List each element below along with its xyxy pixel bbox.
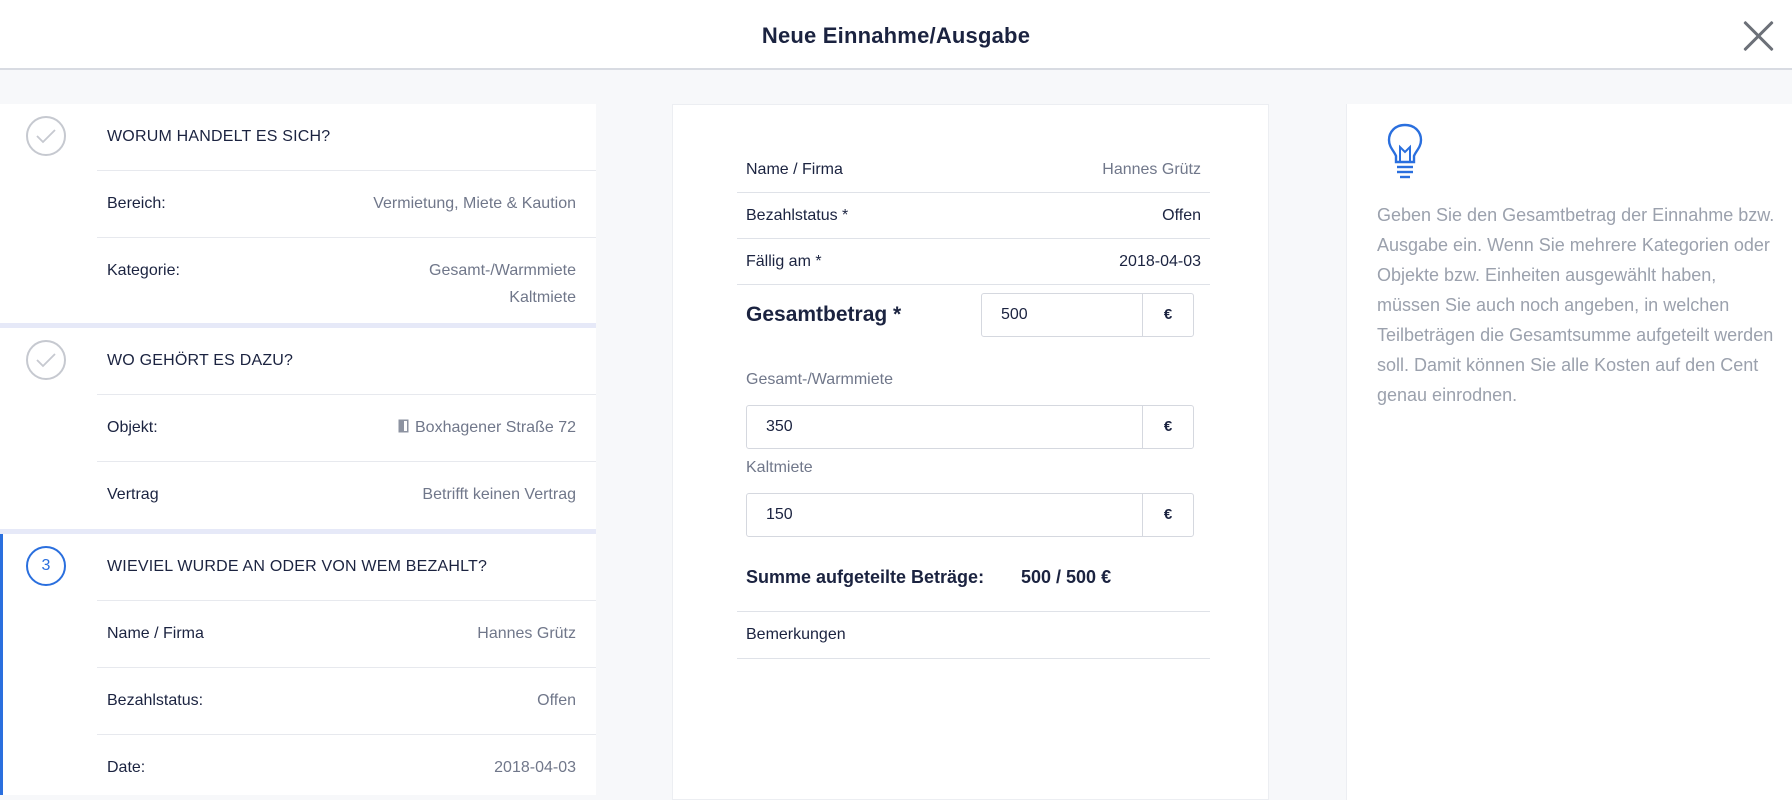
payment-form-panel: Name / Firma Hannes Grütz Bezahlstatus *…: [672, 104, 1269, 800]
form-row-status[interactable]: Bezahlstatus * Offen: [737, 193, 1210, 239]
step-3-number: 3: [26, 546, 66, 586]
split-label-warmmiete: Gesamt-/Warmmiete: [746, 371, 893, 388]
summary-label: Name / Firma: [107, 625, 204, 642]
step-2-check-icon: [26, 340, 66, 380]
modal-header: Neue Einnahme/Ausgabe: [0, 0, 1792, 70]
modal-title: Neue Einnahme/Ausgabe: [761, 23, 1031, 48]
summary-label: Date:: [107, 759, 146, 776]
form-row-due-date[interactable]: Fällig am * 2018-04-03: [737, 239, 1210, 285]
step-2-section[interactable]: WO GEHÖRT ES DAZU? Objekt: Boxhagener St…: [0, 328, 596, 534]
hint-panel: Geben Sie den Gesamtbetrag der Einnahme …: [1346, 104, 1792, 800]
summary-row-kategorie: Kategorie: Gesamt-/Warmmiete Kaltmiete: [97, 237, 596, 328]
euro-unit: €: [1142, 294, 1193, 336]
summary-row-name: Name / Firma Hannes Grütz: [97, 600, 596, 667]
summary-value: Hannes Grütz: [477, 625, 576, 642]
summary-value: Gesamt-/Warmmiete Kaltmiete: [429, 257, 576, 311]
summary-label: Bezahlstatus:: [107, 692, 204, 709]
split-sum-label: Summe aufgeteilte Beträge:: [746, 567, 985, 587]
total-amount-input[interactable]: [982, 294, 1142, 336]
remarks-label: Bemerkungen: [746, 626, 846, 643]
summary-row-bezahlstatus: Bezahlstatus: Offen: [97, 667, 596, 734]
close-icon[interactable]: [1740, 18, 1776, 54]
euro-unit: €: [1142, 494, 1193, 536]
lightbulb-icon: [1387, 123, 1423, 179]
split-field-warmmiete[interactable]: €: [746, 405, 1194, 449]
total-amount-field[interactable]: €: [981, 293, 1194, 337]
summary-label: Bereich:: [107, 195, 166, 212]
building-icon: [398, 419, 409, 433]
split-input-warmmiete[interactable]: [747, 406, 1142, 448]
step-1-title: WORUM HANDELT ES SICH?: [107, 128, 331, 145]
status-value[interactable]: Offen: [1162, 207, 1201, 225]
summary-label: Kategorie:: [107, 262, 180, 279]
due-date-label: Fällig am *: [746, 253, 822, 270]
step-3-section[interactable]: 3 WIEVIEL WURDE AN ODER VON WEM BEZAHLT?…: [0, 534, 596, 795]
summary-value: Vermietung, Miete & Kaution: [373, 195, 576, 212]
step-3-header[interactable]: 3 WIEVIEL WURDE AN ODER VON WEM BEZAHLT?: [3, 534, 596, 600]
hint-text: Geben Sie den Gesamtbetrag der Einnahme …: [1377, 205, 1775, 405]
step-3-title: WIEVIEL WURDE AN ODER VON WEM BEZAHLT?: [107, 558, 488, 575]
summary-value: Betrifft keinen Vertrag: [422, 486, 576, 503]
due-date-value[interactable]: 2018-04-03: [1119, 253, 1201, 271]
name-label: Name / Firma: [746, 161, 843, 178]
split-field-kaltmiete[interactable]: €: [746, 493, 1194, 537]
summary-row-objekt: Objekt: Boxhagener Straße 72: [97, 394, 596, 461]
total-amount-label: Gesamtbetrag *: [746, 303, 902, 326]
status-label: Bezahlstatus *: [746, 207, 849, 224]
summary-value: 2018-04-03: [494, 759, 576, 776]
form-row-name[interactable]: Name / Firma Hannes Grütz: [737, 147, 1210, 193]
step-2-header[interactable]: WO GEHÖRT ES DAZU?: [0, 328, 596, 394]
form-row-remarks[interactable]: Bemerkungen: [737, 611, 1210, 659]
summary-value: Boxhagener Straße 72: [398, 414, 576, 441]
summary-row-bereich: Bereich: Vermietung, Miete & Kaution: [97, 170, 596, 237]
step-1-header[interactable]: WORUM HANDELT ES SICH?: [0, 104, 596, 170]
split-label-kaltmiete: Kaltmiete: [746, 459, 813, 476]
category-value: Gesamt-/Warmmiete: [429, 262, 576, 279]
step-2-title: WO GEHÖRT ES DAZU?: [107, 352, 294, 369]
object-name: Boxhagener Straße 72: [415, 419, 576, 436]
step-1-section[interactable]: WORUM HANDELT ES SICH? Bereich: Vermietu…: [0, 104, 596, 328]
category-value: Kaltmiete: [509, 289, 576, 306]
split-sum-value: 500 / 500 €: [1021, 567, 1112, 587]
summary-label: Vertrag: [107, 486, 159, 503]
euro-unit: €: [1142, 406, 1193, 448]
summary-row-date: Date: 2018-04-03: [97, 734, 596, 800]
step-1-check-icon: [26, 116, 66, 156]
summary-label: Objekt:: [107, 419, 158, 436]
summary-value: Offen: [537, 692, 576, 709]
name-value[interactable]: Hannes Grütz: [1102, 161, 1201, 179]
summary-row-vertrag: Vertrag Betrifft keinen Vertrag: [97, 461, 596, 528]
step-summary-panel: WORUM HANDELT ES SICH? Bereich: Vermietu…: [0, 104, 596, 800]
split-input-kaltmiete[interactable]: [747, 494, 1142, 536]
